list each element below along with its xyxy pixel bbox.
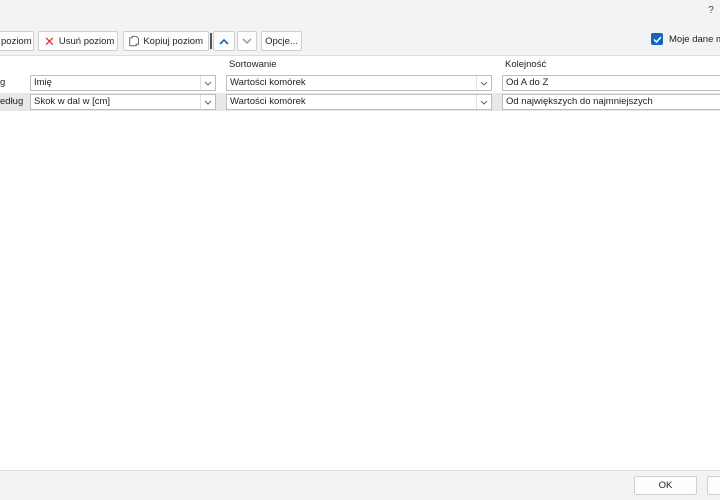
move-up-button[interactable]	[213, 31, 235, 51]
add-level-label: poziom	[1, 35, 32, 47]
column-select[interactable]: Skok w dal w [cm]	[30, 94, 216, 110]
column-header-order: Kolejność	[505, 59, 547, 70]
order-select[interactable]: Od największych do najmniejszych	[502, 94, 720, 110]
sort-on-select[interactable]: Wartości komórek	[226, 75, 492, 91]
dialog-titlebar: ?	[0, 0, 720, 24]
checkbox-checked-icon	[651, 33, 663, 45]
help-button[interactable]: ?	[704, 4, 718, 18]
row-label: edług	[0, 96, 24, 107]
sort-toolbar: poziom ✕ Usuń poziom Kopiuj poziom Opcje…	[0, 24, 720, 55]
cancel-button[interactable]	[707, 476, 720, 495]
copy-level-label: Kopiuj poziom	[143, 35, 203, 47]
options-label: Opcje...	[265, 35, 298, 47]
chevron-down-icon[interactable]	[476, 95, 491, 109]
move-down-button[interactable]	[237, 31, 257, 51]
options-button[interactable]: Opcje...	[261, 31, 302, 51]
row-label: g	[0, 77, 6, 88]
sort-level-row-selected[interactable]: edług Skok w dal w [cm] Wartości komórek…	[0, 93, 720, 111]
order-select-value: Od największych do najmniejszych	[506, 96, 653, 107]
headers-checkbox-label: Moje dane m	[669, 33, 720, 45]
dialog-footer: OK	[0, 470, 720, 500]
my-data-has-headers-checkbox[interactable]: Moje dane m	[651, 33, 720, 45]
order-select-value: Od A do Z	[506, 77, 549, 88]
column-header-sort-on: Sortowanie	[229, 59, 277, 70]
sort-level-row[interactable]: g Imię Wartości komórek Od A do Z	[0, 74, 720, 92]
column-select-value: Imię	[34, 77, 52, 88]
chevron-down-icon[interactable]	[200, 95, 215, 109]
delete-x-icon: ✕	[44, 33, 55, 49]
column-select[interactable]: Imię	[30, 75, 216, 91]
column-select-value: Skok w dal w [cm]	[34, 96, 111, 107]
ok-button[interactable]: OK	[634, 476, 697, 495]
order-select[interactable]: Od A do Z	[502, 75, 720, 91]
sort-levels-list: Sortowanie Kolejność g Imię Wartości kom…	[0, 55, 720, 470]
sort-on-select-value: Wartości komórek	[230, 96, 306, 107]
sort-on-select[interactable]: Wartości komórek	[226, 94, 492, 110]
copy-level-button[interactable]: Kopiuj poziom	[123, 31, 209, 51]
add-level-button[interactable]: poziom	[0, 31, 34, 51]
delete-level-label: Usuń poziom	[58, 35, 115, 47]
chevron-down-icon[interactable]	[476, 76, 491, 90]
copy-icon	[129, 35, 139, 47]
sort-on-select-value: Wartości komórek	[230, 77, 306, 88]
delete-level-button[interactable]: ✕ Usuń poziom	[38, 31, 118, 51]
chevron-down-icon	[242, 38, 252, 44]
chevron-down-icon[interactable]	[200, 76, 215, 90]
toolbar-separator	[210, 33, 212, 49]
chevron-up-icon	[219, 38, 229, 45]
